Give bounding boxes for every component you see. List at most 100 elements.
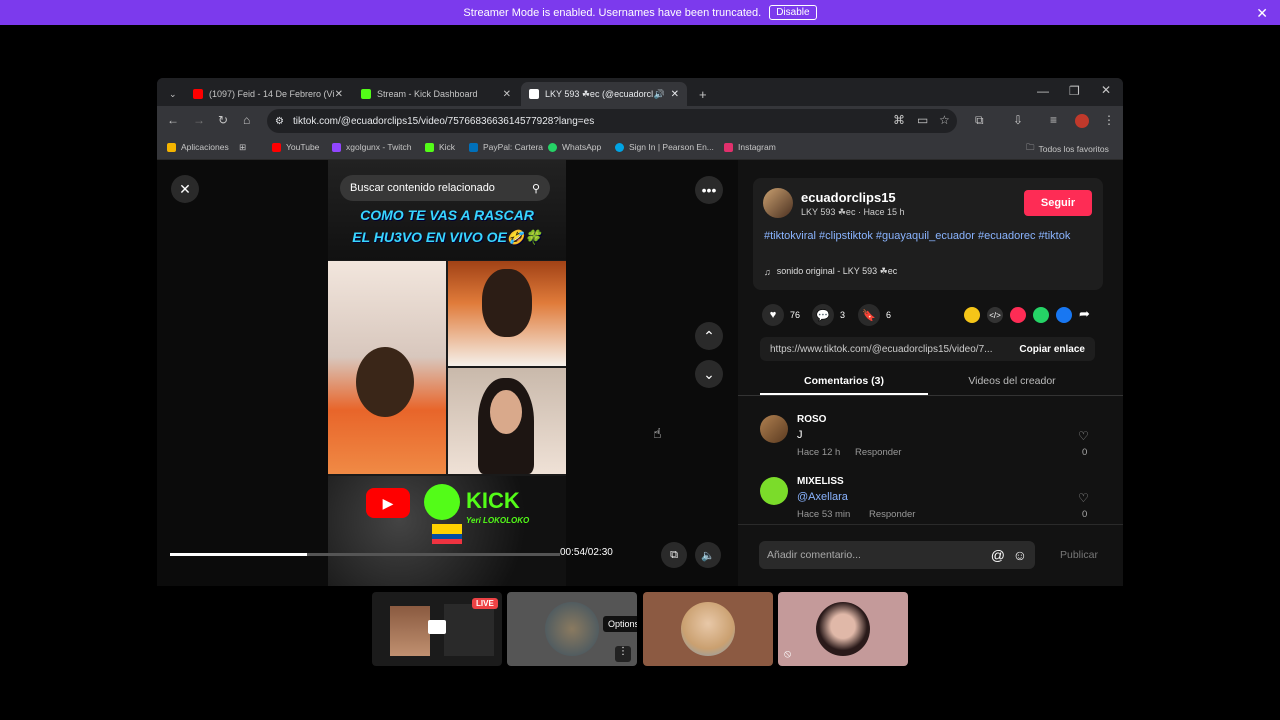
publish-button[interactable]: Publicar (1060, 549, 1098, 561)
commenter-name[interactable]: ROSO (797, 414, 826, 425)
bookmark-star-icon[interactable]: ☆ (939, 113, 950, 127)
search-icon[interactable]: ⚲ (532, 182, 540, 195)
sound-info[interactable]: ♫ sonido original - LKY 593 ☘ec (764, 266, 897, 277)
hashtags[interactable]: #tiktokviral #clipstiktok #guayaquil_ecu… (764, 229, 1079, 243)
embed-code-icon[interactable]: </> (987, 307, 1003, 323)
address-bar[interactable]: ⚙ tiktok.com/@ecuadorclips15/video/75766… (267, 109, 957, 133)
tab-tiktok[interactable]: LKY 593 ☘ec (@ecuadorcl 🔊 ✕ (521, 82, 687, 106)
comment-input[interactable]: Añadir comentario... @ ☺ (759, 541, 1035, 569)
whatsapp-share-icon[interactable] (1033, 307, 1049, 323)
emoji-icon[interactable]: ☺ (1013, 547, 1027, 563)
home-icon[interactable]: ⌂ (243, 113, 250, 127)
close-icon[interactable]: ✕ (671, 89, 679, 100)
bookmark-instagram[interactable]: Instagram (724, 142, 776, 152)
bookmark-apps[interactable]: Aplicaciones (167, 142, 229, 152)
comment-item: ROSO J Hace 12 h Responder ♡ 0 (738, 405, 1123, 465)
tab-kick[interactable]: Stream - Kick Dashboard ✕ (353, 82, 519, 106)
heart-outline-icon[interactable]: ♡ (1078, 491, 1089, 505)
copy-link-button[interactable]: Copiar enlace (1019, 344, 1085, 355)
caption-line-1: COMO TE VAS A RASCAR (360, 207, 534, 223)
participant-avatar (681, 602, 735, 656)
minimize-icon[interactable]: — (1037, 84, 1049, 98)
reading-list-icon[interactable]: ≡ (1050, 113, 1057, 127)
heart-outline-icon[interactable]: ♡ (1078, 429, 1089, 443)
forward-icon[interactable]: → (193, 113, 205, 127)
screen-share-preview (444, 604, 494, 656)
share-arrow-icon[interactable]: ➦ (1079, 306, 1090, 322)
restore-icon[interactable]: ❐ (1069, 84, 1080, 98)
reload-icon[interactable]: ↻ (218, 113, 228, 127)
close-icon[interactable]: ✕ (171, 175, 199, 203)
mouse-cursor-icon: ☝ (653, 425, 662, 441)
screen-share-thumbnail[interactable]: LIVE (372, 592, 502, 666)
bookmark-label: WhatsApp (562, 142, 602, 152)
reply-button[interactable]: Responder (869, 509, 915, 520)
follow-button[interactable]: Seguir (1024, 190, 1092, 216)
profile-avatar[interactable] (1075, 114, 1089, 128)
close-icon[interactable]: ✕ (335, 89, 343, 100)
bookmark-twitch[interactable]: xgolgunx - Twitch (332, 142, 412, 152)
like-count: 76 (790, 310, 801, 320)
facebook-share-icon[interactable] (1056, 307, 1072, 323)
menu-icon[interactable]: ⋮ (1103, 113, 1115, 127)
tab-creator-videos[interactable]: Videos del creador (928, 375, 1096, 387)
cast-icon[interactable]: ▭ (917, 113, 928, 127)
send-icon[interactable] (1010, 307, 1026, 323)
close-icon[interactable]: ✕ (1256, 5, 1268, 22)
tab-youtube[interactable]: (1097) Feid - 14 De Febrero (Vi ✕ (185, 82, 351, 106)
like-action[interactable]: ♥ 76 (762, 304, 800, 326)
bookmark-grid[interactable]: ⊞ (239, 142, 246, 153)
bookmark-kick[interactable]: Kick (425, 142, 455, 152)
commenter-avatar[interactable] (760, 415, 788, 443)
comment-time: Hace 12 h (797, 447, 841, 458)
coin-share-icon[interactable] (964, 307, 980, 323)
downloads-icon[interactable]: ⇩ (1013, 113, 1023, 127)
speaker-icon[interactable]: 🔊 (654, 89, 665, 100)
pearson-icon (615, 142, 624, 152)
youtube-icon (193, 89, 203, 99)
close-icon[interactable]: ✕ (503, 89, 511, 100)
search-placeholder: Buscar contenido relacionado (350, 182, 495, 194)
chevron-down-icon[interactable]: ⌄ (695, 360, 723, 388)
participant-tile[interactable]: Options ⋮ (507, 592, 637, 666)
author-username[interactable]: ecuadorclips15 (801, 190, 896, 205)
bookmark-pearson[interactable]: Sign In | Pearson En... (615, 142, 714, 152)
tab-label: (1097) Feid - 14 De Febrero (Vi (209, 89, 335, 99)
tab-comments[interactable]: Comentarios (3) (760, 375, 928, 387)
video-progress-track[interactable] (170, 553, 560, 556)
related-search-input[interactable]: Buscar contenido relacionado ⚲ (340, 175, 550, 201)
commenter-name[interactable]: MIXELISS (797, 476, 844, 487)
bookmark-label: Kick (439, 142, 456, 152)
tab-search-button[interactable]: ⌄ (161, 82, 183, 106)
disable-streamer-mode-button[interactable]: Disable (769, 5, 817, 20)
mention-icon[interactable]: @ (991, 547, 1005, 563)
person-face (490, 390, 522, 434)
chevron-up-icon[interactable]: ⌃ (695, 322, 723, 350)
translate-icon[interactable]: ⌘ (893, 113, 905, 127)
bookmark-label: Aplicaciones (181, 142, 229, 152)
extensions-icon[interactable]: ⧉ (975, 113, 984, 128)
site-info-icon[interactable]: ⚙ (275, 116, 284, 127)
participant-tile[interactable] (643, 592, 773, 666)
options-icon[interactable]: ⋮ (615, 646, 631, 662)
options-tooltip: Options (603, 616, 637, 632)
muted-mic-icon: ⦸ (784, 648, 792, 660)
save-action[interactable]: 🔖 6 (858, 304, 891, 326)
kick-icon (425, 142, 434, 152)
more-options-icon[interactable]: ••• (695, 176, 723, 204)
commenter-avatar[interactable] (760, 477, 788, 505)
bookmark-youtube[interactable]: YouTube (272, 142, 319, 152)
new-tab-button[interactable]: + (691, 82, 711, 106)
author-avatar[interactable] (763, 188, 793, 218)
bookmark-paypal[interactable]: PayPal: Cartera (469, 142, 543, 152)
back-icon[interactable]: ← (167, 113, 179, 127)
comment-action[interactable]: 💬 3 (812, 304, 845, 326)
close-window-icon[interactable]: ✕ (1101, 83, 1111, 97)
bookmark-whatsapp[interactable]: WhatsApp (548, 142, 601, 152)
reply-button[interactable]: Responder (855, 447, 901, 458)
video-player[interactable]: Buscar contenido relacionado ⚲ COMO TE V… (328, 160, 566, 586)
volume-icon[interactable]: 🔈 (695, 542, 721, 568)
all-bookmarks[interactable]: 🗀 Todos los favoritos (1026, 142, 1109, 156)
floating-player-icon[interactable]: ⧉ (661, 542, 687, 568)
participant-tile[interactable]: ⦸ (778, 592, 908, 666)
